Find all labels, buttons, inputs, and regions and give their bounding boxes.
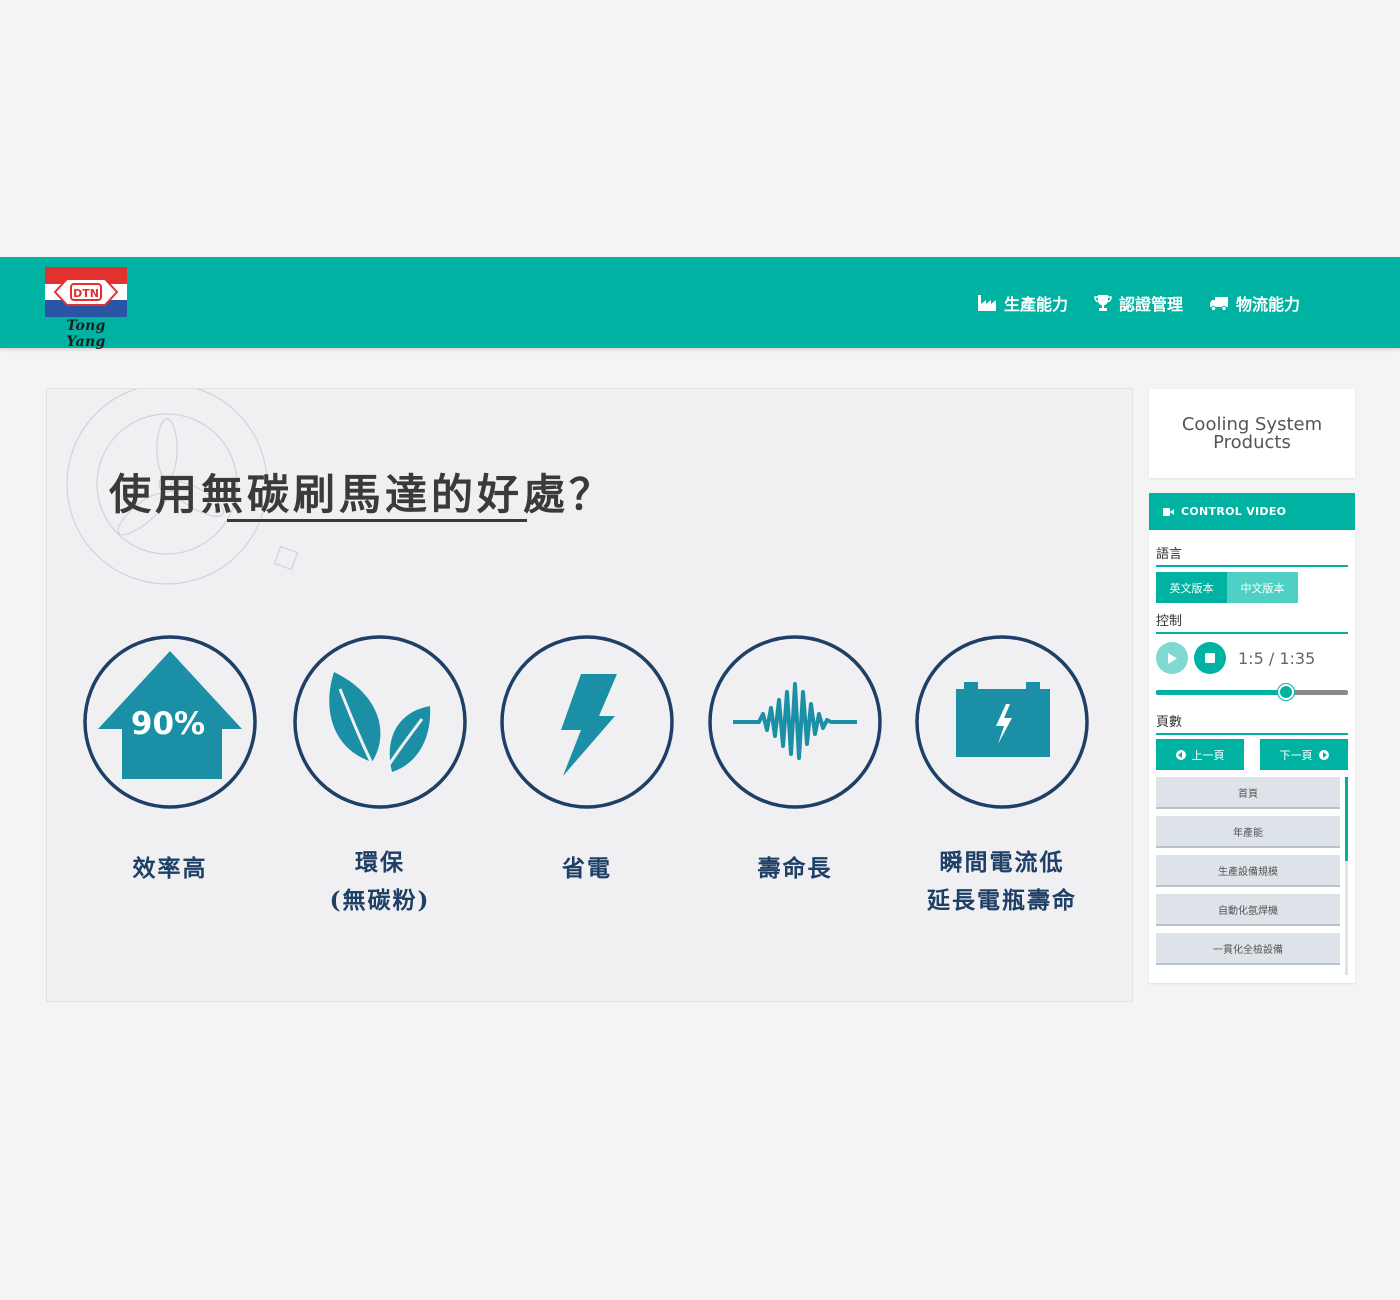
page-item[interactable]: 生產設備規模 xyxy=(1156,855,1340,887)
chinese-version-button[interactable]: 中文版本 xyxy=(1227,572,1298,603)
control-video-header: CONTROL VIDEO xyxy=(1149,493,1355,530)
trophy-icon xyxy=(1094,294,1112,311)
arrow-left-circle-icon xyxy=(1175,749,1186,760)
lightning-icon xyxy=(500,635,674,809)
waveform-icon xyxy=(708,635,882,809)
video-slide[interactable]: 使用無碳刷馬達的好處？ 90% 效率高 環保 (無碳粉) 省電 壽命長 瞬間電流… xyxy=(46,388,1133,1002)
play-icon xyxy=(1168,652,1177,664)
page-list-scrollbar[interactable] xyxy=(1345,777,1348,975)
pages-section-title: 頁數 xyxy=(1156,711,1348,735)
svg-text:90%: 90% xyxy=(131,706,205,742)
benefit-power-saving: 省電 xyxy=(499,634,675,888)
benefit-label: 瞬間電流低 延長電瓶壽命 xyxy=(914,844,1090,920)
product-title-card: Cooling System Products xyxy=(1149,389,1355,478)
nav-item-certification[interactable]: 認證管理 xyxy=(1094,291,1183,315)
player-controls: 1:5 / 1:35 xyxy=(1156,642,1315,674)
language-section-title: 語言 xyxy=(1156,543,1348,567)
benefit-label: 省電 xyxy=(562,855,612,882)
benefit-long-life: 壽命長 xyxy=(707,634,883,888)
nav-item-logistics[interactable]: 物流能力 xyxy=(1209,291,1300,315)
previous-page-button[interactable]: 上一頁 xyxy=(1156,739,1244,770)
page-item[interactable]: 自動化氬焊機 xyxy=(1156,894,1340,926)
page-item[interactable]: 首頁 xyxy=(1156,777,1340,809)
page-list-scroll-thumb[interactable] xyxy=(1345,777,1348,861)
language-switch: 英文版本 中文版本 xyxy=(1156,572,1298,603)
benefit-label-line: (無碳粉) xyxy=(329,887,431,914)
next-page-label: 下一頁 xyxy=(1279,748,1313,762)
nav-item-production[interactable]: 生產能力 xyxy=(977,291,1068,315)
previous-page-label: 上一頁 xyxy=(1191,748,1225,762)
control-video-title: CONTROL VIDEO xyxy=(1181,505,1287,518)
stop-icon xyxy=(1205,653,1215,663)
stop-button[interactable] xyxy=(1194,642,1226,674)
time-display: 1:5 / 1:35 xyxy=(1238,648,1316,668)
next-page-button[interactable]: 下一頁 xyxy=(1260,739,1348,770)
control-section-title: 控制 xyxy=(1156,610,1348,634)
truck-icon xyxy=(1209,296,1228,311)
page-item[interactable]: 一貫化全檢設備 xyxy=(1156,933,1340,965)
slide-title: 使用無碳刷馬達的好處？ xyxy=(109,470,616,519)
english-version-button[interactable]: 英文版本 xyxy=(1156,572,1227,603)
benefit-battery: 瞬間電流低 延長電瓶壽命 xyxy=(914,634,1090,920)
product-title-line: Cooling System xyxy=(1181,413,1323,435)
video-camera-icon xyxy=(1163,507,1174,516)
svg-text:DTN: DTN xyxy=(73,287,99,300)
page-nav: 上一頁 下一頁 xyxy=(1156,739,1348,770)
nav-item-label: 生產能力 xyxy=(1003,294,1068,314)
main-nav: 生產能力 認證管理 物流能力 xyxy=(977,257,1300,348)
benefit-label-line: 環保 xyxy=(355,849,405,876)
benefit-label: 環保 (無碳粉) xyxy=(292,844,468,920)
progress-slider[interactable] xyxy=(1156,684,1348,700)
benefit-label-line: 瞬間電流低 xyxy=(939,849,1065,876)
control-video-panel: CONTROL VIDEO 語言 英文版本 中文版本 控制 1:5 / 1:35… xyxy=(1149,493,1355,983)
benefit-label-line: 延長電瓶壽命 xyxy=(927,887,1077,914)
page-item[interactable]: 年產能 xyxy=(1156,816,1340,848)
benefit-efficiency: 90% 效率高 xyxy=(82,634,258,888)
title-underline xyxy=(227,519,527,522)
play-button[interactable] xyxy=(1156,642,1188,674)
nav-item-label: 認證管理 xyxy=(1118,294,1183,314)
leaf-icon xyxy=(293,635,467,809)
factory-icon xyxy=(977,294,996,311)
logo-text: Tong Yang xyxy=(66,318,106,350)
arrow-up-90-icon: 90% xyxy=(83,635,257,809)
battery-icon xyxy=(915,635,1089,809)
page-list[interactable]: 首頁 年產能 生產設備規模 自動化氬焊機 一貫化全檢設備 xyxy=(1156,777,1348,975)
top-header: DTN Tong Yang 生產能力 認證管理 物流能力 xyxy=(0,257,1400,350)
progress-fill xyxy=(1156,690,1286,695)
benefit-eco: 環保 (無碳粉) xyxy=(292,634,468,920)
product-title-line: Products xyxy=(1213,431,1291,453)
arrow-right-circle-icon xyxy=(1318,749,1329,760)
nav-item-label: 物流能力 xyxy=(1235,294,1300,314)
benefit-label: 效率高 xyxy=(132,855,208,882)
dtn-emblem-icon: DTN xyxy=(45,267,127,317)
progress-thumb[interactable] xyxy=(1278,684,1294,700)
tong-yang-logo[interactable]: DTN Tong Yang xyxy=(45,267,127,350)
benefit-label: 壽命長 xyxy=(757,855,833,882)
